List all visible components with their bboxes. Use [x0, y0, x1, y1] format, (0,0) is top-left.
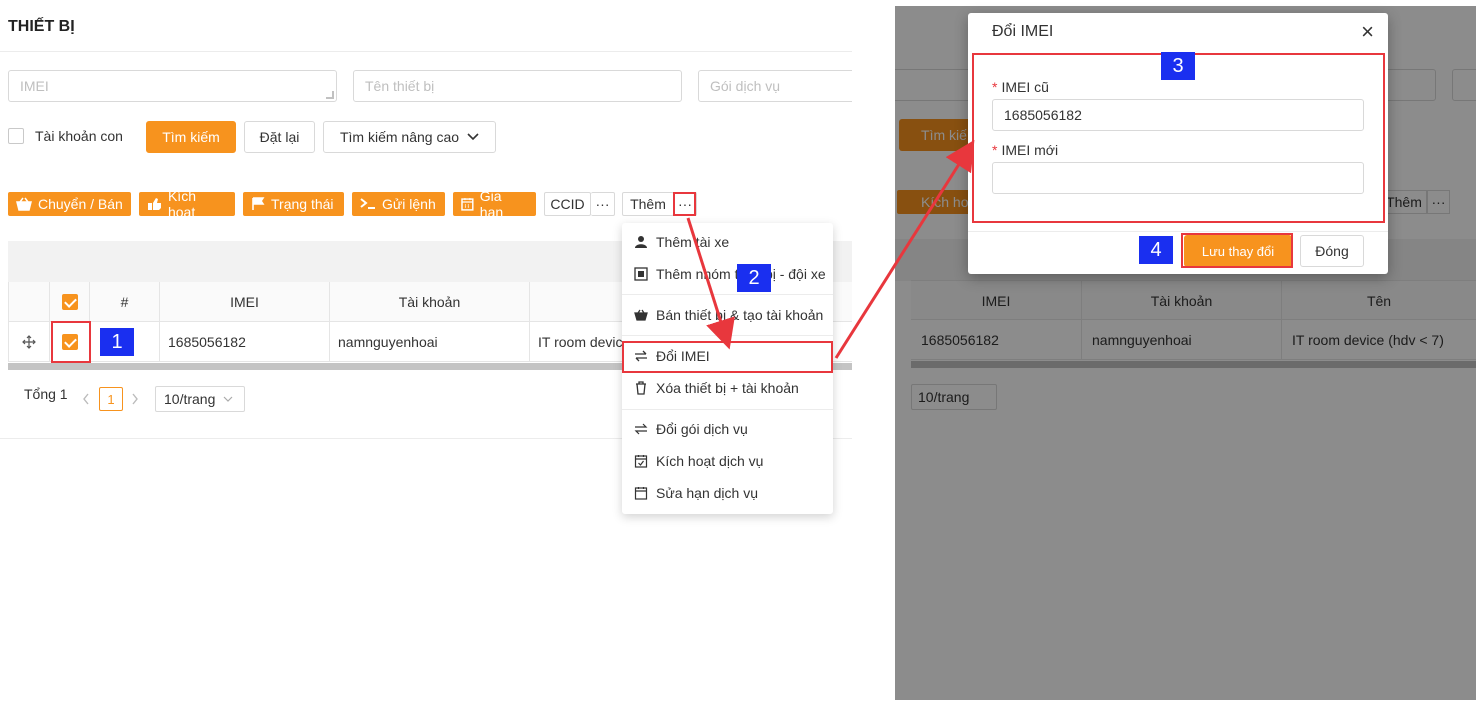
reset-button[interactable]: Đặt lại	[244, 121, 315, 153]
status-label: Trạng thái	[271, 196, 334, 212]
menu-divider	[622, 335, 833, 336]
menu-item-change-package[interactable]: Đổi gói dịch vụ	[622, 413, 833, 445]
terminal-icon	[360, 198, 375, 209]
device-list-panel: THIẾT BỊ IMEI Tên thiết bị Gói dịch vụ T…	[0, 0, 852, 708]
col-header-index: #	[90, 282, 160, 321]
modal-footer-divider	[968, 231, 1388, 232]
menu-item-label: Bán thiết bị & tạo tài khoản	[656, 307, 824, 323]
hand-pointer-icon	[147, 198, 161, 210]
row-imei: 1685056182	[160, 322, 330, 361]
modal-title: Đổi IMEI	[992, 23, 1054, 40]
ccid-button[interactable]: CCID	[544, 192, 591, 216]
activate-button[interactable]: Kích hoạt	[139, 188, 235, 220]
page-size-select[interactable]: 10/trang	[155, 386, 245, 412]
step-badge-2: 2	[737, 264, 771, 292]
driver-icon	[635, 236, 647, 248]
page-1-button[interactable]: 1	[99, 387, 123, 411]
calendar-icon	[461, 198, 474, 211]
close-icon[interactable]: ×	[1361, 21, 1374, 43]
device-name-input[interactable]: Tên thiết bị	[353, 70, 682, 102]
step-badge-1: 1	[100, 328, 134, 356]
flag-icon	[252, 197, 265, 210]
col-header-imei[interactable]: IMEI	[160, 282, 330, 321]
menu-item-label: Thêm tài xe	[656, 234, 730, 250]
page-title: THIẾT BỊ	[8, 18, 75, 35]
sub-account-checkbox[interactable]	[8, 128, 24, 144]
divider	[0, 51, 852, 52]
imei-placeholder: IMEI	[20, 78, 49, 94]
menu-item-edit-service-expiry[interactable]: Sửa hạn dịch vụ	[622, 477, 833, 509]
pagination-total: Tổng 1	[24, 386, 68, 402]
menu-item-label: Xóa thiết bị + tài khoản	[656, 380, 799, 396]
select-all-checkbox[interactable]	[61, 293, 78, 310]
menu-item-label: Sửa hạn dịch vụ	[656, 485, 758, 501]
next-page-icon[interactable]	[131, 393, 139, 405]
drag-handle-cell[interactable]	[8, 322, 50, 361]
basket-icon	[16, 197, 32, 211]
trash-icon	[636, 381, 646, 395]
menu-divider	[622, 294, 833, 295]
step-badge-3: 3	[1161, 52, 1195, 80]
chevron-down-icon	[223, 396, 233, 402]
calendar-check-icon	[634, 455, 648, 468]
move-icon[interactable]	[22, 334, 36, 349]
exchange-icon	[634, 423, 648, 435]
transfer-sell-button[interactable]: Chuyển / Bán	[8, 192, 131, 216]
status-button[interactable]: Trạng thái	[243, 192, 344, 216]
send-command-button[interactable]: Gửi lệnh	[352, 192, 445, 216]
menu-item-add-group[interactable]: Thêm nhóm thiết bị - đội xe	[622, 258, 833, 290]
step-badge-4: 4	[1139, 236, 1173, 264]
calendar-icon	[634, 487, 648, 500]
package-placeholder: Gói dịch vụ	[710, 78, 781, 94]
package-input[interactable]: Gói dịch vụ	[698, 70, 852, 102]
annotation-highlight-change-imei	[622, 341, 833, 373]
activate-label: Kích hoạt	[167, 188, 196, 220]
device-name-placeholder: Tên thiết bị	[365, 78, 435, 94]
resize-handle-icon[interactable]	[326, 91, 334, 99]
menu-item-label: Đổi gói dịch vụ	[656, 421, 748, 437]
extend-button[interactable]: Gia hạn	[453, 188, 536, 220]
annotation-highlight-save	[1181, 233, 1293, 268]
drag-col-header	[8, 282, 50, 321]
menu-divider	[622, 409, 833, 410]
select-all-cell	[50, 282, 90, 321]
chevron-down-icon	[467, 133, 479, 141]
basket-icon	[634, 309, 648, 321]
more-button[interactable]: Thêm	[622, 192, 674, 216]
imei-search-input[interactable]: IMEI	[8, 70, 337, 102]
annotation-highlight-checkbox	[51, 321, 91, 363]
send-command-label: Gửi lệnh	[382, 196, 436, 212]
col-header-account[interactable]: Tài khoản	[330, 282, 530, 321]
advanced-search-label: Tìm kiếm nâng cao	[339, 129, 460, 145]
extend-label: Gia hạn	[479, 188, 504, 220]
menu-item-delete-device[interactable]: Xóa thiết bị + tài khoản	[622, 372, 833, 404]
menu-item-label: Kích hoạt dịch vụ	[656, 453, 764, 469]
menu-item-add-driver[interactable]: Thêm tài xe	[622, 226, 833, 258]
sub-account-label: Tài khoản con	[35, 128, 123, 144]
search-button[interactable]: Tìm kiếm	[146, 121, 236, 153]
ccid-more-button[interactable]: ···	[591, 192, 615, 216]
row-account: namnguyenhoai	[330, 322, 530, 361]
menu-item-sell-device[interactable]: Bán thiết bị & tạo tài khoản	[622, 299, 833, 331]
menu-item-activate-service[interactable]: Kích hoạt dịch vụ	[622, 445, 833, 477]
page-size-label: 10/trang	[164, 391, 216, 407]
annotation-highlight-more	[673, 192, 696, 216]
group-icon	[634, 267, 648, 281]
close-button[interactable]: Đóng	[1300, 235, 1364, 267]
prev-page-icon[interactable]	[82, 393, 90, 405]
advanced-search-button[interactable]: Tìm kiếm nâng cao	[323, 121, 496, 153]
transfer-label: Chuyển / Bán	[38, 196, 123, 212]
